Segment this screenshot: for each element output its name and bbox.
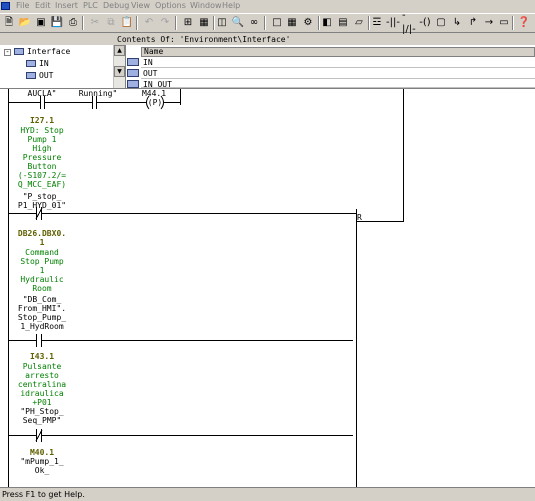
detail-row[interactable]: IN_OUT — [141, 79, 535, 88]
menu-insert[interactable]: Insert — [55, 1, 78, 10]
toolbar-separator — [264, 16, 266, 30]
contact-symbol[interactable]: "P_stop_ P1_HYD_01" — [4, 192, 80, 210]
contact-symbol[interactable]: Running" — [76, 89, 120, 98]
rung-icon[interactable]: ⚙ — [301, 16, 315, 30]
menu-options[interactable]: Options — [155, 1, 186, 10]
parameter-icon — [26, 72, 36, 79]
empty-box-icon[interactable]: ▢ — [434, 16, 448, 30]
glasses-icon[interactable]: ∞ — [247, 16, 261, 30]
overview-icon[interactable]: ◧ — [320, 16, 334, 30]
toolbar-separator — [82, 16, 84, 30]
reset-label: R — [357, 213, 362, 222]
coil-type: (P) — [147, 98, 163, 107]
collapse-toggle-icon[interactable]: - — [4, 49, 11, 56]
no-contact-icon[interactable]: -||- — [386, 16, 400, 30]
parameter-icon — [127, 69, 139, 77]
contact-symbol[interactable]: "PH_Stop_ Seq_PMP" — [4, 407, 80, 425]
ladder-rungs — [8, 89, 404, 487]
network-icon[interactable]: ▣ — [34, 16, 48, 30]
parameter-icon — [127, 58, 139, 66]
toolbar-separator — [136, 16, 138, 30]
help-pointer-icon[interactable]: ❓ — [517, 16, 531, 30]
library-icon[interactable]: ▱ — [352, 16, 366, 30]
interface-panel: Contents Of: 'Environment\Interface' - I… — [0, 34, 535, 89]
contact-address[interactable]: I43.1 — [4, 352, 80, 361]
menu-window[interactable]: Window — [190, 1, 222, 10]
tree-item-out[interactable]: OUT — [26, 70, 53, 81]
zoom-fit-icon[interactable]: □ — [270, 16, 284, 30]
app-icon[interactable] — [1, 2, 10, 10]
coil-icon[interactable]: -() — [418, 16, 432, 30]
status-bar: Press F1 to get Help. — [0, 487, 535, 501]
toolbar: 🗎 📂 ▣ 💾 ⎙ ✂ ⧉ 📋 ↶ ↷ ⊞ ▦ ◫ 🔍 ∞ □ ▦ ⚙ ◧ ▤ … — [0, 10, 535, 35]
coil-address[interactable]: M44.1 — [138, 89, 170, 98]
new-file-icon[interactable]: 🗎 — [2, 16, 16, 30]
contact-address[interactable]: M40.1 — [4, 448, 80, 457]
menu-bar: File Edit Insert PLC Debug View Options … — [0, 0, 535, 13]
redo-icon[interactable]: ↷ — [158, 16, 172, 30]
print-icon[interactable]: ⎙ — [66, 16, 80, 30]
toolbar-separator — [512, 16, 514, 30]
interface-detail: Name IN OUT IN_OUT — [127, 45, 535, 88]
contact-symbol[interactable]: AUCLA" — [24, 89, 60, 98]
parameter-icon — [26, 60, 36, 67]
contact-comment: HYD: Stop Pump 1 High Pressure Button (-… — [17, 126, 67, 189]
scroll-up-icon[interactable]: ▲ — [114, 45, 125, 56]
monitor-icon[interactable]: ◫ — [215, 16, 229, 30]
scroll-down-icon[interactable]: ▼ — [114, 66, 125, 77]
open-folder-icon[interactable]: 📂 — [18, 16, 32, 30]
interface-tree: - Interface IN OUT — [0, 45, 126, 88]
details-icon[interactable]: ▤ — [336, 16, 350, 30]
undo-icon[interactable]: ↶ — [142, 16, 156, 30]
contact-symbol[interactable]: "mPump_1_ Ok_ — [4, 457, 80, 475]
delete-connection-icon[interactable]: ▭ — [497, 16, 511, 30]
contact-symbol[interactable]: "DB_Com_ From_HMI". Stop_Pump_ 1_HydRoom — [4, 295, 80, 331]
contact-comment: Pulsante arresto centralina idraulica +P… — [17, 362, 67, 407]
menu-help[interactable]: Help — [222, 1, 240, 10]
grid-icon[interactable]: ▦ — [285, 16, 299, 30]
contact-address[interactable]: I27.1 — [10, 116, 74, 125]
column-header-name[interactable]: Name — [141, 47, 535, 57]
status-text: Press F1 to get Help. — [2, 490, 85, 499]
contents-title: Contents Of: 'Environment\Interface' — [117, 35, 291, 44]
detail-row[interactable]: IN — [141, 57, 535, 68]
accessible-nodes-icon[interactable]: ▦ — [197, 16, 211, 30]
menu-view[interactable]: View — [131, 1, 150, 10]
nc-contact-icon[interactable]: -|/|- — [402, 10, 416, 35]
menu-edit[interactable]: Edit — [35, 1, 51, 10]
parameter-icon — [127, 80, 139, 88]
connection-icon[interactable]: → — [482, 16, 496, 30]
cut-icon[interactable]: ✂ — [88, 16, 102, 30]
search-icon[interactable]: 🔍 — [231, 16, 245, 30]
open-branch-icon[interactable]: ↳ — [450, 16, 464, 30]
contact-comment: Command Stop Pump 1 Hydraulic Room — [20, 248, 64, 293]
interface-icon — [14, 48, 24, 55]
detail-row[interactable]: OUT — [141, 68, 535, 79]
menu-debug[interactable]: Debug — [103, 1, 129, 10]
menu-file[interactable]: File — [16, 1, 29, 10]
ladder-editor[interactable]: AUCLA" Running" M44.1 (P) I27.1 HYD: Sto… — [0, 89, 535, 487]
tree-root-interface[interactable]: Interface — [14, 46, 70, 57]
copy-icon[interactable]: ⧉ — [104, 16, 118, 30]
paste-icon[interactable]: 📋 — [120, 16, 134, 30]
close-branch-icon[interactable]: ↱ — [466, 16, 480, 30]
menu-plc[interactable]: PLC — [83, 1, 98, 10]
tree-scrollbar[interactable]: ▲ ▼ — [113, 45, 125, 88]
toolbar-separator — [175, 16, 177, 30]
new-network-icon[interactable]: ☲ — [370, 16, 384, 30]
contact-address[interactable]: DB26.DBX0. 1 — [4, 229, 80, 247]
tree-item-in[interactable]: IN — [26, 58, 49, 69]
download-icon[interactable]: ⊞ — [181, 16, 195, 30]
contents-header: Contents Of: 'Environment\Interface' — [0, 34, 535, 45]
save-icon[interactable]: 💾 — [50, 16, 64, 30]
